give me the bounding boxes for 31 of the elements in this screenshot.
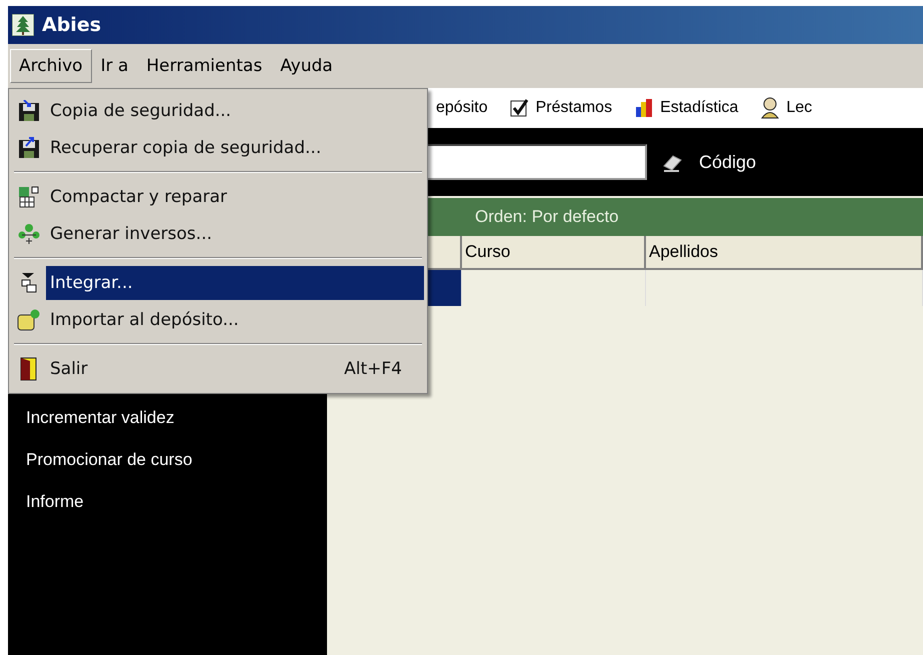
molecule-icon: [18, 222, 40, 244]
door-icon: [19, 356, 39, 380]
menu-item[interactable]: Integrar...: [46, 266, 424, 300]
menu-item[interactable]: Importar al depósito...: [46, 302, 424, 336]
menu-item[interactable]: Archivo: [10, 49, 92, 83]
menu-item[interactable]: Recuperar copia de seguridad...: [46, 130, 424, 164]
menu-item[interactable]: Copia de seguridad...: [46, 94, 424, 128]
sidebar-item[interactable]: Incrementar validez: [26, 408, 327, 428]
menu-item[interactable]: Compactar y reparar: [46, 180, 424, 214]
menu-item[interactable]: Ir a: [92, 49, 138, 83]
search-label: Código: [699, 152, 756, 172]
toolbar-button[interactable]: Estadística: [634, 98, 738, 118]
menu-item[interactable]: Generar inversos...: [46, 216, 424, 250]
grid-tree-icon: [18, 186, 40, 208]
menu-item[interactable]: Herramientas: [137, 49, 272, 83]
order-label: Orden: Por defecto: [475, 207, 619, 227]
toolbar-button[interactable]: epósito: [436, 99, 488, 117]
tree-icon: [12, 14, 34, 36]
window-title: Abies: [42, 14, 102, 36]
toolbar-button[interactable]: Préstamos: [510, 98, 612, 118]
menu-item[interactable]: Salir Alt+F4: [46, 352, 424, 386]
sidebar-item[interactable]: Promocionar de curso: [26, 450, 327, 470]
checkbox-icon: [510, 98, 530, 118]
column-header[interactable]: Curso: [462, 236, 646, 270]
menu-item[interactable]: Ayuda: [271, 49, 342, 83]
person-icon: [760, 97, 780, 119]
column-header[interactable]: Apellidos: [646, 236, 923, 270]
bar-chart-icon: [634, 98, 654, 118]
sidebar-item[interactable]: Informe: [26, 492, 327, 512]
toolbar-button[interactable]: Lec: [760, 97, 812, 119]
container-icon: [17, 308, 41, 330]
